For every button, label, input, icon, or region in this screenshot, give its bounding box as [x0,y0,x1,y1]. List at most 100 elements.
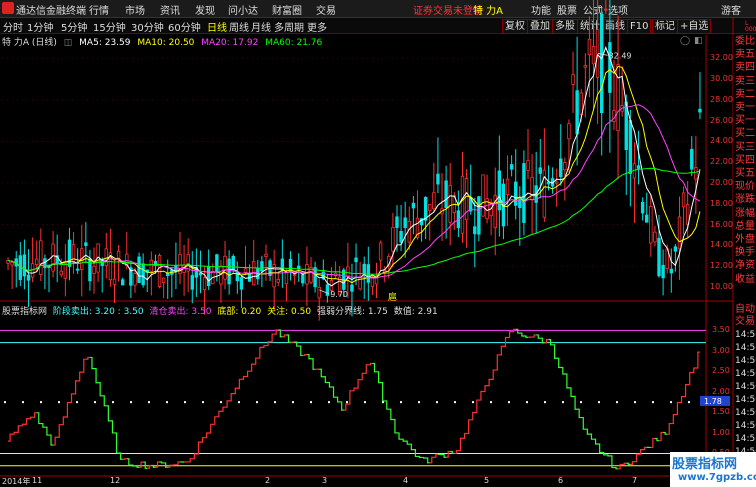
candle-body [526,160,530,171]
candle-body [423,196,428,221]
candle-body [599,14,604,114]
divider-dot [688,401,690,404]
price-tick: 16.00 [710,219,733,229]
candle-body [84,242,88,246]
candle-body [313,267,317,288]
indicator-falling-line [36,328,668,470]
divider-dot [184,401,186,404]
divider-dot [544,401,546,404]
annotations: 32.49 9.70 扈 [319,51,632,303]
candle-body [190,275,194,290]
candle-body [505,178,510,196]
candle-body [559,158,563,178]
candle-body [370,276,375,287]
candle-body [350,284,354,292]
time-tick: 14:50 [735,421,756,431]
divider-dot [4,401,6,404]
candle-body [378,242,383,261]
indicator-name[interactable]: 股票指标网 [2,307,47,317]
divider-dot [256,401,258,404]
auto-trade-label[interactable]: 自动 [735,304,755,315]
candle-body [636,165,641,169]
price-tick: 26.00 [710,115,733,125]
price-tick: 12.00 [710,261,733,271]
candle-body [223,255,227,280]
time-tick: 14:50 [735,343,756,353]
date-axis: 2014年 11 12 2 3 4 5 6 7 [0,476,733,487]
candle-body [448,185,452,223]
divider-dot [202,401,204,404]
candle-body [694,167,698,180]
trade-label[interactable]: 交易 [735,316,755,327]
divider-dot [112,401,114,404]
divider-dot [508,401,510,404]
candle-body [51,243,55,272]
candle-body [604,8,608,11]
divider-dot [130,401,132,404]
divider-dot [310,401,312,404]
candle-body [661,264,665,279]
candle-body [477,196,481,235]
candle-body [264,253,268,258]
candle-body [464,178,469,221]
time-tick: 14:50 [735,408,756,418]
price-tick: 30.00 [710,74,733,84]
candle-body [571,74,575,85]
month-6: 6 [558,476,564,485]
candle-body [681,192,686,208]
divider-dot [490,401,492,404]
price-tick: 18.00 [710,198,733,208]
candle-body [227,258,231,285]
candle-body [411,202,416,209]
quote-row-label: 外盘 [735,234,755,245]
divider-dot [598,401,600,404]
candle-body [673,246,678,252]
year-label: 2014年 [2,477,31,486]
candle-body [59,270,63,276]
quote-row-label: 换手 [735,247,755,259]
quote-row-label: 卖四 [735,62,755,74]
quote-row-label: 现价 [735,181,755,193]
candle-body [669,268,673,274]
candle-body [436,173,440,185]
event-glyph: 扈 [388,291,397,303]
candle-body [583,65,588,68]
price-tick: 22.00 [710,157,733,167]
candle-body [104,248,109,267]
quote-row-label: 卖五 [735,49,755,61]
month-12: 12 [110,476,121,485]
indicator-legend: 股票指标网 阶段卖出: 3.20 : 3.50 清仓卖出: 3.50 底部: 0… [2,304,441,317]
candle-body [391,226,395,252]
candle-body [587,38,592,56]
candle-body [276,279,280,283]
candle-body [112,278,117,285]
candle-body [554,181,559,184]
candle-body [92,265,96,274]
month-2: 2 [265,476,271,485]
indicator-divider: 强弱分界线: 1.75 [316,307,388,317]
divider-dot [58,401,60,404]
price-tick: 14.00 [710,240,733,250]
divider-dot [634,401,636,404]
candle-body [153,261,158,265]
candle-body [645,214,649,223]
divider-dot [670,401,672,404]
candle-body [538,167,542,174]
candle-body [403,217,407,228]
candle-body [677,216,682,250]
price-tick: 28.00 [710,94,733,104]
divider-dot [328,401,330,404]
candle-body [202,277,207,291]
candle-body [399,230,403,243]
price-tick: 32.00 [710,53,733,63]
quote-row-label: 买二 [735,128,755,140]
candle-body [608,42,612,93]
quote-row-label: 委比 [735,36,755,47]
month-4: 4 [403,476,409,485]
candle-body [215,254,219,273]
candle-body [63,262,68,279]
kline-chart[interactable]: 1.78 32.49 9.70 扈 [0,0,756,487]
candle-body [690,148,694,170]
divider-dot [418,401,420,404]
divider-dot [562,401,564,404]
